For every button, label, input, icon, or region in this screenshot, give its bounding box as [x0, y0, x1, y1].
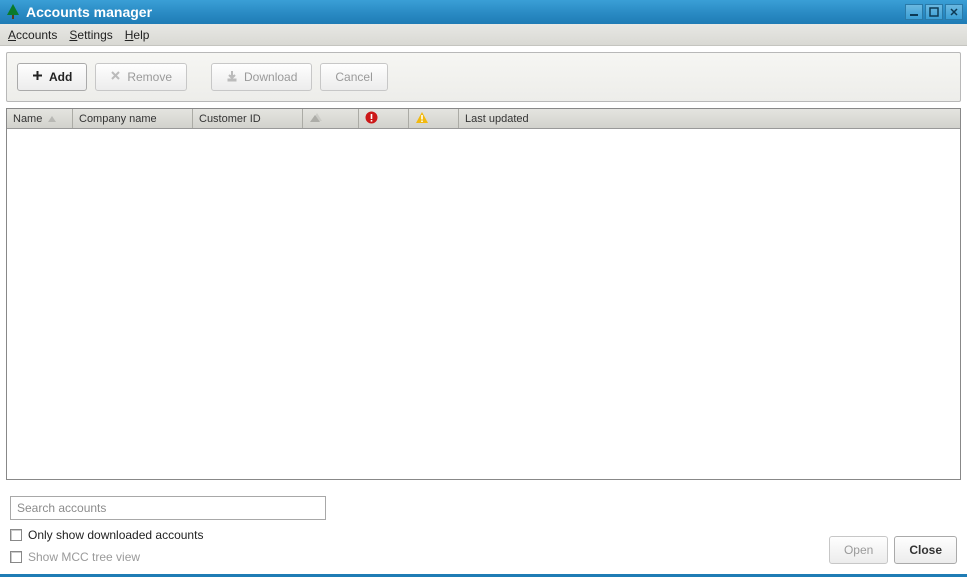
table-body-empty	[7, 129, 960, 479]
menu-bar: AccountsAccounts Settings Help	[0, 24, 967, 46]
checkbox-icon	[10, 551, 22, 563]
download-icon	[226, 70, 238, 85]
close-button[interactable]: Close	[894, 536, 957, 564]
footer-buttons: Open Close	[829, 536, 957, 564]
col-error-status[interactable]	[359, 109, 409, 128]
stacked-triangles-icon	[309, 111, 325, 126]
window-controls	[905, 4, 963, 20]
bottom-panel: Only show downloaded accounts Show MCC t…	[0, 486, 967, 574]
col-name-label: Name	[13, 113, 42, 125]
download-button[interactable]: Download	[211, 63, 312, 91]
col-customer-id[interactable]: Customer ID	[193, 109, 303, 128]
table-header-row: Name Company name Customer ID Last updat…	[7, 109, 960, 129]
col-warning-status[interactable]	[409, 109, 459, 128]
col-company-name[interactable]: Company name	[73, 109, 193, 128]
cancel-button-label: Cancel	[335, 70, 372, 84]
menu-help[interactable]: Help	[125, 28, 150, 42]
window-title-bar: Accounts manager	[0, 0, 967, 24]
col-last-updated[interactable]: Last updated	[459, 109, 960, 128]
col-triangle-status[interactable]	[303, 109, 359, 128]
remove-button[interactable]: Remove	[95, 63, 187, 91]
open-button[interactable]: Open	[829, 536, 888, 564]
col-company-label: Company name	[79, 113, 157, 125]
cancel-button[interactable]: Cancel	[320, 63, 387, 91]
only-downloaded-checkbox-row[interactable]: Only show downloaded accounts	[10, 528, 829, 542]
close-button-label: Close	[909, 543, 942, 557]
menu-accounts[interactable]: AccountsAccounts	[8, 28, 57, 42]
download-button-label: Download	[244, 70, 297, 84]
minimize-button[interactable]	[905, 4, 923, 20]
toolbar: Add Remove Download Cancel	[6, 52, 961, 102]
only-downloaded-label: Only show downloaded accounts	[28, 528, 203, 542]
window-title: Accounts manager	[26, 4, 905, 20]
add-button[interactable]: Add	[17, 63, 87, 91]
mcc-tree-checkbox-row[interactable]: Show MCC tree view	[10, 550, 829, 564]
error-circle-icon	[365, 111, 378, 127]
search-input[interactable]	[10, 496, 326, 520]
mcc-tree-label: Show MCC tree view	[28, 550, 140, 564]
sort-ascending-icon	[48, 116, 56, 122]
x-icon	[110, 70, 121, 84]
accounts-table: Name Company name Customer ID Last updat…	[6, 108, 961, 480]
warning-triangle-icon	[415, 111, 429, 127]
remove-button-label: Remove	[127, 70, 172, 84]
col-name[interactable]: Name	[7, 109, 73, 128]
add-button-label: Add	[49, 70, 72, 84]
plus-icon	[32, 70, 43, 84]
checkbox-icon	[10, 529, 22, 541]
col-last-updated-label: Last updated	[465, 113, 529, 125]
app-tree-icon	[6, 4, 20, 20]
close-window-button[interactable]	[945, 4, 963, 20]
col-customer-id-label: Customer ID	[199, 113, 261, 125]
menu-settings[interactable]: Settings	[69, 28, 112, 42]
maximize-button[interactable]	[925, 4, 943, 20]
open-button-label: Open	[844, 543, 873, 557]
